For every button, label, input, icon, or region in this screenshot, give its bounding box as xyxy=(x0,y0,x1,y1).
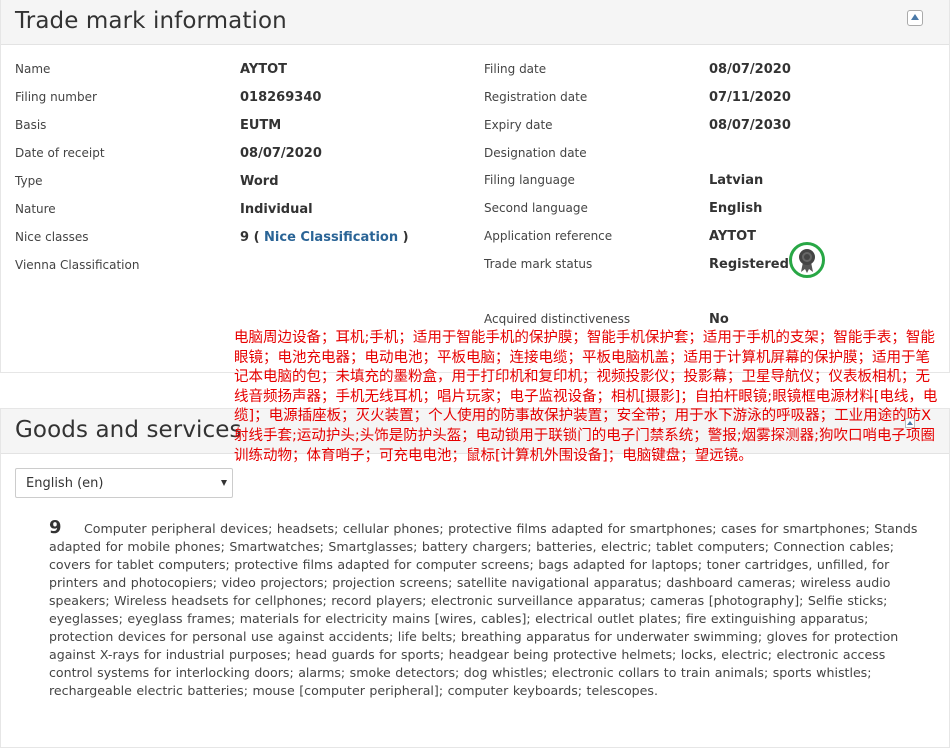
language-select-value: English (en) xyxy=(26,476,104,491)
basis-value: EUTM xyxy=(240,118,282,133)
expiry-date-label: Expiry date xyxy=(484,118,553,132)
nice-classes-label: Nice classes xyxy=(15,230,89,244)
goods-services-title: Goods and services xyxy=(15,417,242,443)
vienna-classification-label: Vienna Classification xyxy=(15,258,140,272)
nice-class-number: 9 ( xyxy=(240,230,260,245)
name-value: AYTOT xyxy=(240,62,288,77)
collapse-goods-button[interactable] xyxy=(905,418,915,428)
application-reference-label: Application reference xyxy=(484,229,613,243)
chinese-translation-overlay: 电脑周边设备；耳机;手机；适用于智能手机的保护膜；智能手机保护套；适用于手机的支… xyxy=(234,330,938,464)
trademark-panel-header: Trade mark information xyxy=(1,0,949,45)
trademark-panel: Trade mark information Name AYTOT Filing… xyxy=(0,0,950,373)
filing-date-value: 08/07/2020 xyxy=(709,62,791,77)
filing-language-value: Latvian xyxy=(709,173,764,188)
designation-date-label: Designation date xyxy=(484,146,587,160)
nice-classification-link[interactable]: Nice Classification xyxy=(264,230,398,245)
trade-mark-status-label: Trade mark status xyxy=(484,257,593,271)
registration-date-value: 07/11/2020 xyxy=(709,90,791,105)
date-of-receipt-value: 08/07/2020 xyxy=(240,146,322,161)
award-ribbon-icon xyxy=(789,242,825,278)
registration-date-label: Registration date xyxy=(484,90,588,104)
acquired-distinctiveness-label: Acquired distinctiveness xyxy=(484,312,631,326)
chevron-down-icon xyxy=(221,480,227,486)
type-value: Word xyxy=(240,174,279,189)
nature-value: Individual xyxy=(240,202,313,217)
type-label: Type xyxy=(15,174,43,188)
acquired-distinctiveness-value: No xyxy=(709,312,729,327)
filing-date-label: Filing date xyxy=(484,62,547,76)
trademark-panel-title: Trade mark information xyxy=(15,8,287,34)
collapse-panel-button[interactable] xyxy=(907,10,923,26)
filing-number-value: 018269340 xyxy=(240,90,322,105)
expiry-date-value: 08/07/2030 xyxy=(709,118,791,133)
nice-class-suffix: ) xyxy=(402,230,409,245)
trade-mark-status-value: Registered xyxy=(709,257,789,272)
nature-label: Nature xyxy=(15,202,56,216)
filing-number-label: Filing number xyxy=(15,90,97,104)
filing-language-label: Filing language xyxy=(484,173,575,187)
application-reference-value: AYTOT xyxy=(709,229,757,244)
basis-label: Basis xyxy=(15,118,47,132)
second-language-value: English xyxy=(709,201,763,216)
goods-description: Computer peripheral devices; headsets; c… xyxy=(49,521,918,698)
date-of-receipt-label: Date of receipt xyxy=(15,146,105,160)
name-label: Name xyxy=(15,62,51,76)
language-select[interactable]: English (en) xyxy=(15,468,233,498)
nice-classes-value: 9 ( Nice Classification ) xyxy=(240,230,409,245)
second-language-label: Second language xyxy=(484,201,588,215)
